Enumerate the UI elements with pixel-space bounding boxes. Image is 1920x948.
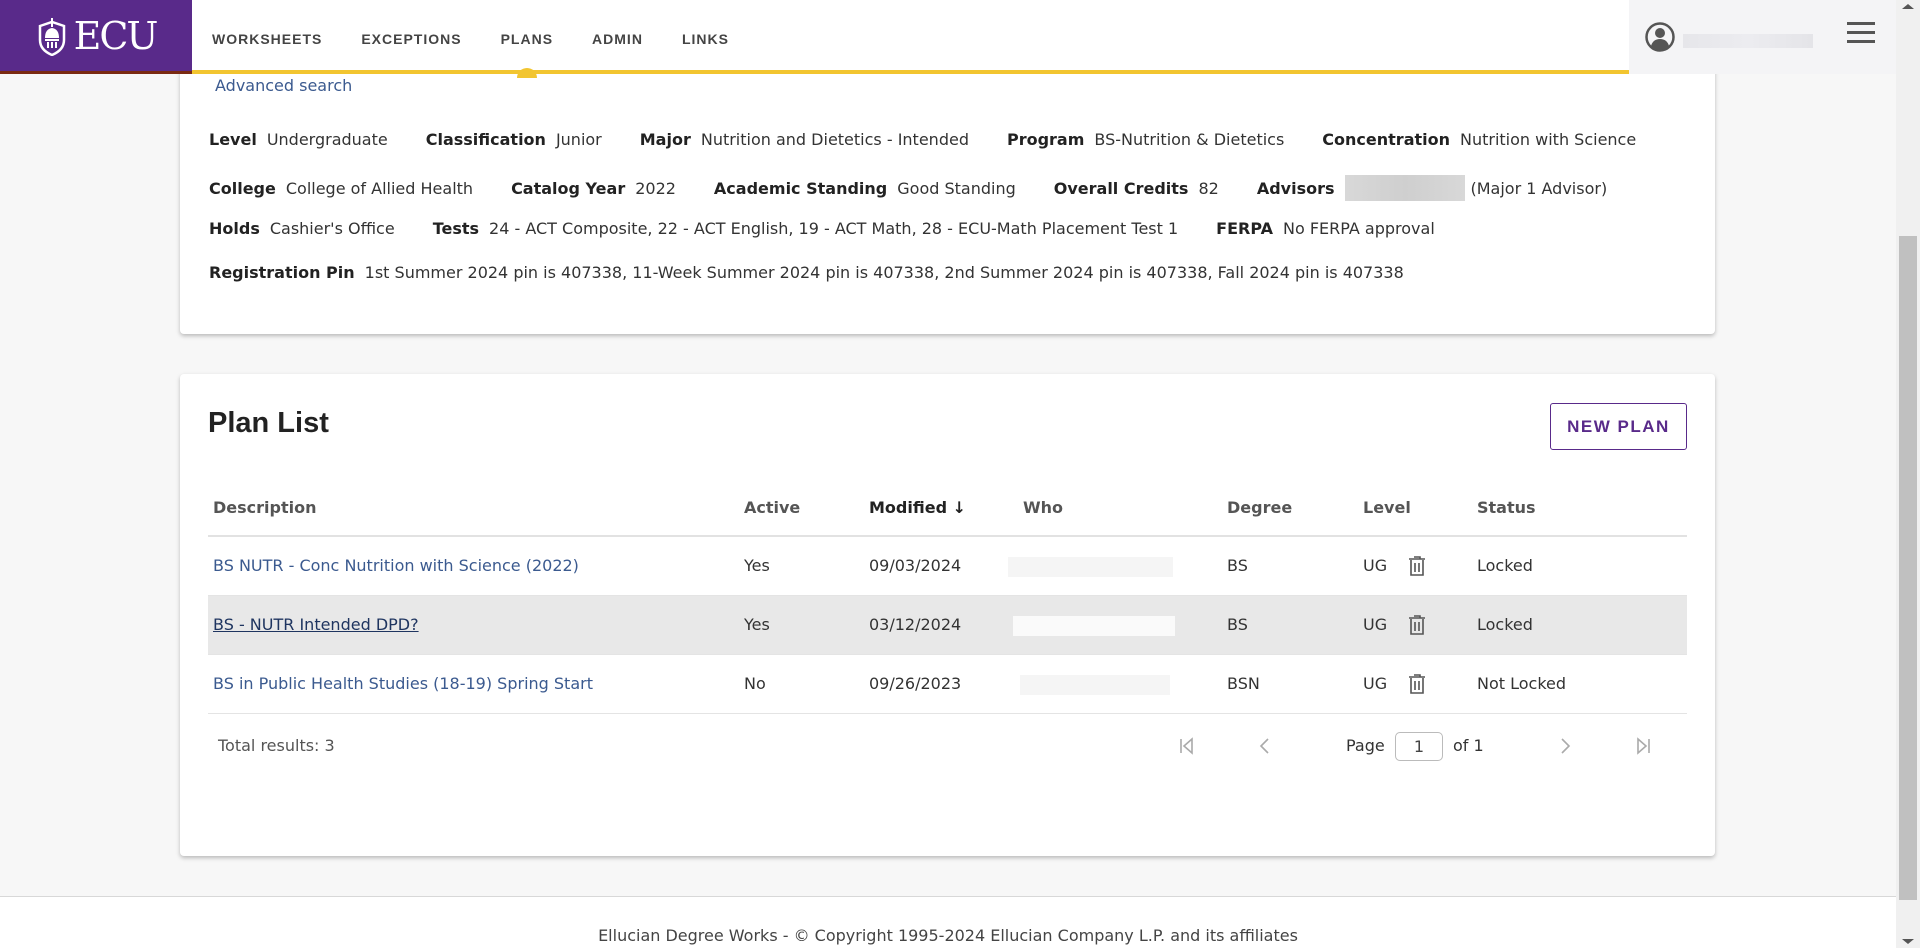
delete-trash-icon[interactable]: [1408, 555, 1426, 577]
info-college: College College of Allied Health: [209, 178, 474, 198]
plan-status: Locked: [1477, 615, 1533, 634]
page-label: Page: [1346, 736, 1385, 755]
hamburger-menu-icon[interactable]: [1847, 22, 1875, 46]
plan-list-title: Plan List: [208, 407, 329, 439]
user-name-redacted: [1683, 34, 1813, 48]
info-catalog-year: Catalog Year 2022: [511, 178, 676, 198]
plan-status: Locked: [1477, 556, 1533, 575]
nav-worksheets[interactable]: WORKSHEETS: [212, 0, 322, 74]
advanced-search-link[interactable]: Advanced search: [215, 76, 352, 95]
ecu-logo[interactable]: ECU: [0, 0, 192, 74]
plan-who-redacted: [1020, 675, 1170, 695]
scrollbar-thumb[interactable]: [1899, 236, 1917, 900]
logo-text: ECU: [73, 13, 159, 58]
plan-status: Not Locked: [1477, 674, 1567, 693]
info-registration-pin: Registration Pin 1st Summer 2024 pin is 4…: [209, 263, 1404, 282]
plan-description-link[interactable]: BS NUTR - Conc Nutrition with Science (2…: [213, 556, 579, 575]
next-page-icon[interactable]: [1555, 736, 1575, 756]
plan-description-link[interactable]: BS in Public Health Studies (18-19) Spri…: [213, 674, 593, 693]
main-nav: WORKSHEETS EXCEPTIONS PLANS ADMIN LINKS: [212, 0, 768, 78]
plan-who-redacted: [1013, 616, 1175, 636]
page-total-label: of 1: [1453, 736, 1484, 755]
plan-level: UG: [1363, 674, 1388, 693]
student-info-card: Advanced search Level Undergraduate Class…: [180, 40, 1715, 334]
info-overall-credits: Overall Credits 82: [1053, 178, 1219, 198]
info-ferpa: FERPA No FERPA approval: [1216, 219, 1435, 238]
info-row: Holds Cashier's Office Tests 24 - ACT Comp…: [209, 219, 1473, 238]
plan-description-link[interactable]: BS - NUTR Intended DPD?: [213, 615, 419, 634]
plan-modified: 03/12/2024: [869, 615, 962, 634]
info-concentration: Concentration Nutrition with Science: [1322, 130, 1637, 149]
scroll-up-arrow-icon[interactable]: [1902, 4, 1914, 9]
plan-level: UG: [1363, 615, 1388, 634]
page-scrollbar[interactable]: [1896, 0, 1920, 948]
scroll-down-arrow-icon[interactable]: [1902, 939, 1914, 944]
plan-degree: BS: [1227, 615, 1248, 634]
info-row: Level Undergraduate Classification Junior …: [209, 130, 1674, 149]
info-academic-standing: Academic Standing Good Standing: [713, 178, 1016, 198]
plan-list-card: Plan List NEW PLAN Description Active Mo…: [180, 374, 1715, 856]
total-results: Total results: 3: [218, 736, 335, 755]
column-header-status[interactable]: Status: [1477, 498, 1536, 517]
info-classification: Classification Junior: [425, 130, 602, 149]
info-level: Level Undergraduate: [209, 130, 388, 149]
info-program: Program BS-Nutrition & Dietetics: [1006, 130, 1285, 149]
delete-trash-icon[interactable]: [1408, 673, 1426, 695]
nav-links[interactable]: LINKS: [682, 0, 729, 74]
nav-admin[interactable]: ADMIN: [592, 0, 643, 74]
last-page-icon[interactable]: [1633, 736, 1653, 756]
info-row: College College of Allied Health Catalog …: [209, 175, 1645, 201]
dome-shield-icon: [38, 17, 65, 56]
new-plan-button[interactable]: NEW PLAN: [1550, 403, 1687, 450]
column-header-degree[interactable]: Degree: [1227, 498, 1292, 517]
advisor-name-redacted: [1344, 175, 1465, 201]
column-header-active[interactable]: Active: [744, 498, 800, 517]
table-row[interactable]: BS - NUTR Intended DPD? Yes 03/12/2024 B…: [208, 596, 1687, 655]
info-advisors: Advisors (Major 1 Advisor): [1257, 175, 1607, 201]
plan-who-redacted: [1008, 557, 1173, 577]
plan-degree: BS: [1227, 556, 1248, 575]
first-page-icon[interactable]: [1177, 736, 1197, 756]
plan-level: UG: [1363, 556, 1388, 575]
plan-degree: BSN: [1227, 674, 1260, 693]
plan-modified: 09/03/2024: [869, 556, 962, 575]
table-header: Description Active Modified ↓ Who Degree…: [208, 474, 1687, 537]
plan-table: Description Active Modified ↓ Who Degree…: [208, 474, 1687, 714]
info-holds: Holds Cashier's Office: [209, 219, 395, 238]
info-major: Major Nutrition and Dietetics - Intended: [639, 130, 969, 149]
previous-page-icon[interactable]: [1255, 736, 1275, 756]
sort-descending-icon: ↓: [952, 498, 966, 517]
column-header-who[interactable]: Who: [1023, 498, 1063, 517]
column-header-description[interactable]: Description: [213, 498, 316, 517]
nav-plans[interactable]: PLANS: [501, 0, 553, 78]
column-header-modified[interactable]: Modified ↓: [869, 498, 966, 517]
nav-exceptions[interactable]: EXCEPTIONS: [361, 0, 461, 74]
info-row: Registration Pin 1st Summer 2024 pin is 4…: [209, 263, 1442, 282]
table-row[interactable]: BS NUTR - Conc Nutrition with Science (2…: [208, 537, 1687, 596]
plan-active: Yes: [744, 556, 770, 575]
delete-trash-icon[interactable]: [1408, 614, 1426, 636]
plan-modified: 09/26/2023: [869, 674, 962, 693]
page-number-input[interactable]: [1395, 732, 1443, 761]
column-header-level[interactable]: Level: [1363, 498, 1411, 517]
user-menu[interactable]: [1629, 0, 1896, 74]
user-avatar-icon: [1645, 22, 1675, 52]
plan-active: No: [744, 674, 766, 693]
top-navigation-bar: ECU WORKSHEETS EXCEPTIONS PLANS ADMIN LI…: [0, 0, 1896, 78]
plan-active: Yes: [744, 615, 770, 634]
table-row[interactable]: BS in Public Health Studies (18-19) Spri…: [208, 655, 1687, 714]
footer-copyright: Ellucian Degree Works - © Copyright 1995…: [598, 926, 1298, 945]
info-tests: Tests 24 - ACT Composite, 22 - ACT Englis…: [432, 219, 1179, 238]
